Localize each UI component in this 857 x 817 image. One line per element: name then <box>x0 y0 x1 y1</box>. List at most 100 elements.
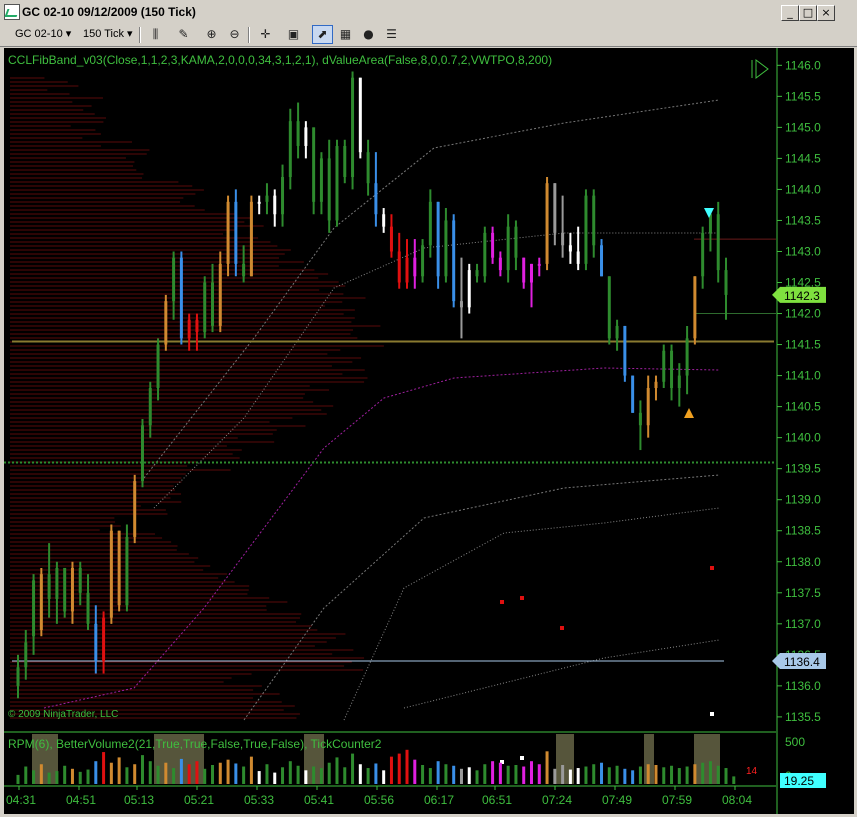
maximize-button[interactable]: □ <box>799 5 817 21</box>
signal-dot-white <box>520 756 524 760</box>
window-fit-icon[interactable]: ▣ <box>284 26 303 43</box>
indicator-label: CCLFibBand_v03(Close,1,1,2,3,KAMA,2,0,0,… <box>8 53 552 67</box>
volume-bar <box>390 757 393 784</box>
zoom-in-icon[interactable]: ⊕ <box>202 26 221 43</box>
volume-bar <box>367 768 370 784</box>
candle-body <box>203 283 206 333</box>
time-tick-label: 08:04 <box>722 793 752 807</box>
candle-body <box>476 270 479 276</box>
volume-marker-label: 19.25 <box>784 774 814 788</box>
candle-body <box>468 270 471 307</box>
candle-body <box>71 568 74 611</box>
volume-bar <box>94 761 97 784</box>
volume-bar <box>686 767 689 784</box>
chevron-down-icon: ▾ <box>127 28 133 40</box>
volume-bar <box>709 761 712 784</box>
time-tick-label: 07:59 <box>662 793 692 807</box>
bar-type-icon[interactable]: ⫼ <box>146 26 165 43</box>
volume-bar <box>725 768 728 784</box>
time-tick-label: 07:49 <box>602 793 632 807</box>
signal-dot-white <box>710 712 714 716</box>
volume-bar <box>514 765 517 784</box>
volume-bar <box>483 764 486 784</box>
minimize-button[interactable]: _ <box>781 5 799 21</box>
candle-body <box>600 245 603 276</box>
candle-body <box>242 264 245 276</box>
indicators-icon[interactable]: ⬈ <box>312 25 333 44</box>
volume-bar <box>320 768 323 784</box>
price-tick-label: 1141.5 <box>785 338 821 352</box>
candle-body <box>631 376 634 413</box>
candle-body <box>125 537 128 605</box>
properties-icon[interactable]: ● <box>359 26 378 43</box>
candle-body <box>320 158 323 201</box>
volume-bar <box>234 763 237 784</box>
volume-bar <box>71 769 74 784</box>
volume-bar <box>335 757 338 784</box>
price-tick-label: 1135.5 <box>785 710 821 724</box>
chart-toolbar: GC 02-10 ▾ 150 Tick ▾ ⫼ ✎ ⊕ ⊖ ✛ ▣ ⬈ ▦ ● … <box>0 24 857 47</box>
price-tick-label: 1144.5 <box>785 151 821 165</box>
volume-bar <box>297 766 300 784</box>
chart-canvas[interactable]: 1146.0 1145.5 1145.0 1144.5 1144.0 1143.5 1143… <box>4 48 854 814</box>
candle-body <box>514 227 517 258</box>
volume-bar <box>24 767 27 784</box>
strategies-icon[interactable]: ▦ <box>336 26 355 43</box>
candle-body <box>390 227 393 252</box>
candle-body <box>164 301 167 344</box>
zoom-out-icon[interactable]: ⊖ <box>225 26 244 43</box>
candle-body <box>623 326 626 376</box>
volume-bar <box>304 770 307 784</box>
volume-bar <box>125 767 128 784</box>
volume-bar <box>437 761 440 784</box>
time-tick-label: 05:13 <box>124 793 154 807</box>
candle-body <box>678 376 681 388</box>
candle-body <box>670 351 673 388</box>
volume-bar <box>701 763 704 784</box>
volume-bar <box>211 765 214 784</box>
close-button[interactable]: × <box>817 5 835 21</box>
candle-body <box>234 202 237 264</box>
crosshair-icon[interactable]: ✛ <box>256 26 275 43</box>
volume-bar <box>406 750 409 784</box>
candle-body <box>437 202 440 276</box>
band-bottom <box>404 640 719 708</box>
chart-area[interactable]: 1146.0 1145.5 1145.0 1144.5 1144.0 1143.5 1143… <box>4 48 854 814</box>
candle-body <box>219 264 222 326</box>
title-bar[interactable]: GC 02-10 09/12/2009 (150 Tick) _ □ × <box>0 0 857 25</box>
volume-bar <box>717 766 720 784</box>
volume-bar <box>600 763 603 784</box>
candle-body <box>662 351 665 382</box>
volume-bar <box>631 770 634 784</box>
instrument-selector[interactable]: GC 02-10 ▾ <box>12 26 74 43</box>
volume-bar <box>577 768 580 784</box>
candle-body <box>102 618 105 661</box>
volume-bar <box>203 769 206 784</box>
volume-bar <box>242 767 245 784</box>
volume-bar <box>227 760 230 784</box>
candle-body <box>157 345 160 388</box>
candle-body <box>110 531 113 618</box>
lower-panel-label: RPM(6), BetterVolume2(21,True,True,False… <box>8 737 381 751</box>
volume-bar <box>157 766 160 784</box>
volume-bar <box>17 775 20 784</box>
draw-pencil-icon[interactable]: ✎ <box>174 26 193 43</box>
candle-body <box>118 531 121 605</box>
volume-bar <box>670 766 673 784</box>
candle-body <box>227 202 230 264</box>
candle-body <box>693 276 696 338</box>
volume-bar <box>374 763 377 784</box>
volume-bar <box>647 764 650 784</box>
volume-bar <box>328 763 331 784</box>
volume-bar <box>343 767 346 784</box>
price-tick-label: 1143.0 <box>785 244 821 258</box>
interval-selector[interactable]: 150 Tick ▾ <box>80 26 136 43</box>
candle-body <box>273 196 276 215</box>
time-tick-label: 05:21 <box>184 793 214 807</box>
volume-bar <box>32 770 35 784</box>
data-box-icon[interactable]: ☰ <box>382 26 401 43</box>
candle-body <box>538 264 541 266</box>
toolbar-separator <box>248 27 250 43</box>
signal-dot-red <box>520 596 524 600</box>
volume-bar <box>40 764 43 784</box>
